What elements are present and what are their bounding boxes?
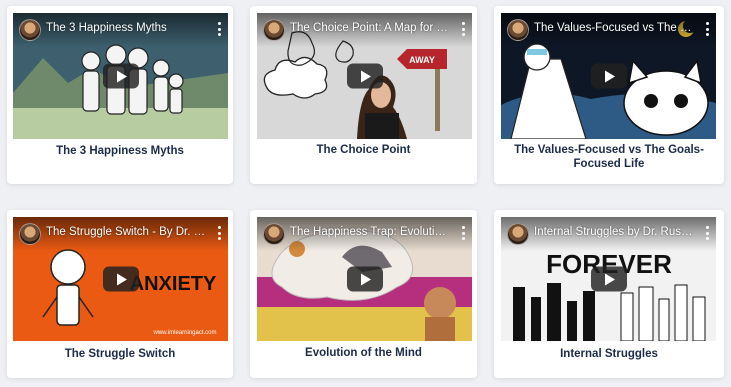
video-header-bar: The Happiness Trap: Evolution ... <box>257 217 472 251</box>
video-caption: The Struggle Switch <box>64 348 176 360</box>
video-title[interactable]: The 3 Happiness Myths <box>46 22 206 34</box>
video-thumbnail-3[interactable]: The Values-Focused vs The Go... <box>501 13 716 139</box>
site-watermark: www.imlearningact.com <box>152 330 216 336</box>
more-options-icon[interactable] <box>705 22 709 36</box>
video-thumbnail-2[interactable]: AWAY The Choice Point: A Map for a ... <box>257 13 472 139</box>
video-thumbnail-6[interactable]: FOREVER Internal Struggles by Dr. Russ .… <box>501 217 716 341</box>
video-title[interactable]: Internal Struggles by Dr. Russ ... <box>534 226 694 238</box>
play-button[interactable] <box>346 266 383 292</box>
play-button[interactable] <box>102 266 139 292</box>
video-caption: Evolution of the Mind <box>305 347 422 359</box>
video-header-bar: The Struggle Switch - By Dr. Rus... <box>13 217 228 251</box>
video-header-bar: The 3 Happiness Myths <box>13 13 228 47</box>
more-options-icon[interactable] <box>705 226 709 240</box>
play-button[interactable] <box>346 63 383 89</box>
video-thumbnail-5[interactable]: The Happiness Trap: Evolution ... <box>257 217 472 341</box>
more-options-icon[interactable] <box>217 226 221 240</box>
play-button[interactable] <box>590 266 627 292</box>
channel-avatar[interactable] <box>19 19 41 41</box>
video-caption: The Values-Focused vs The Goals-Focused … <box>514 144 704 170</box>
channel-avatar[interactable] <box>507 223 529 245</box>
channel-avatar[interactable] <box>263 19 285 41</box>
video-caption: The Choice Point <box>316 144 411 156</box>
away-sign-text: AWAY <box>409 55 435 65</box>
video-card-5: The Happiness Trap: Evolution ... Evolut… <box>250 210 477 378</box>
video-header-bar: Internal Struggles by Dr. Russ ... <box>501 217 716 251</box>
video-title[interactable]: The Values-Focused vs The Go... <box>534 22 694 34</box>
video-caption: The 3 Happiness Myths <box>56 145 184 157</box>
more-options-icon[interactable] <box>461 22 465 36</box>
more-options-icon[interactable] <box>461 226 465 240</box>
video-card-2: AWAY The Choice Point: A Map for a ... T… <box>250 6 477 184</box>
video-title[interactable]: The Happiness Trap: Evolution ... <box>290 226 450 238</box>
more-options-icon[interactable] <box>217 22 221 36</box>
video-caption: Internal Struggles <box>560 348 658 360</box>
play-button[interactable] <box>590 63 627 89</box>
video-card-1: The 3 Happiness Myths The 3 Happiness My… <box>7 6 233 184</box>
video-card-4: ANXIETY www.imlearningact.com The Strugg… <box>7 210 233 378</box>
video-card-3: The Values-Focused vs The Go... The Valu… <box>494 6 724 184</box>
video-title[interactable]: The Choice Point: A Map for a ... <box>290 22 450 34</box>
video-thumbnail-4[interactable]: ANXIETY www.imlearningact.com The Strugg… <box>13 217 228 341</box>
channel-avatar[interactable] <box>507 19 529 41</box>
video-title[interactable]: The Struggle Switch - By Dr. Rus... <box>46 226 206 238</box>
play-button[interactable] <box>102 63 139 89</box>
video-thumbnail-1[interactable]: The 3 Happiness Myths <box>13 13 228 139</box>
video-card-6: FOREVER Internal Struggles by Dr. Russ .… <box>494 210 724 378</box>
video-header-bar: The Choice Point: A Map for a ... <box>257 13 472 47</box>
anxiety-word: ANXIETY <box>130 273 217 295</box>
channel-avatar[interactable] <box>263 223 285 245</box>
channel-avatar[interactable] <box>19 223 41 245</box>
video-header-bar: The Values-Focused vs The Go... <box>501 13 716 47</box>
